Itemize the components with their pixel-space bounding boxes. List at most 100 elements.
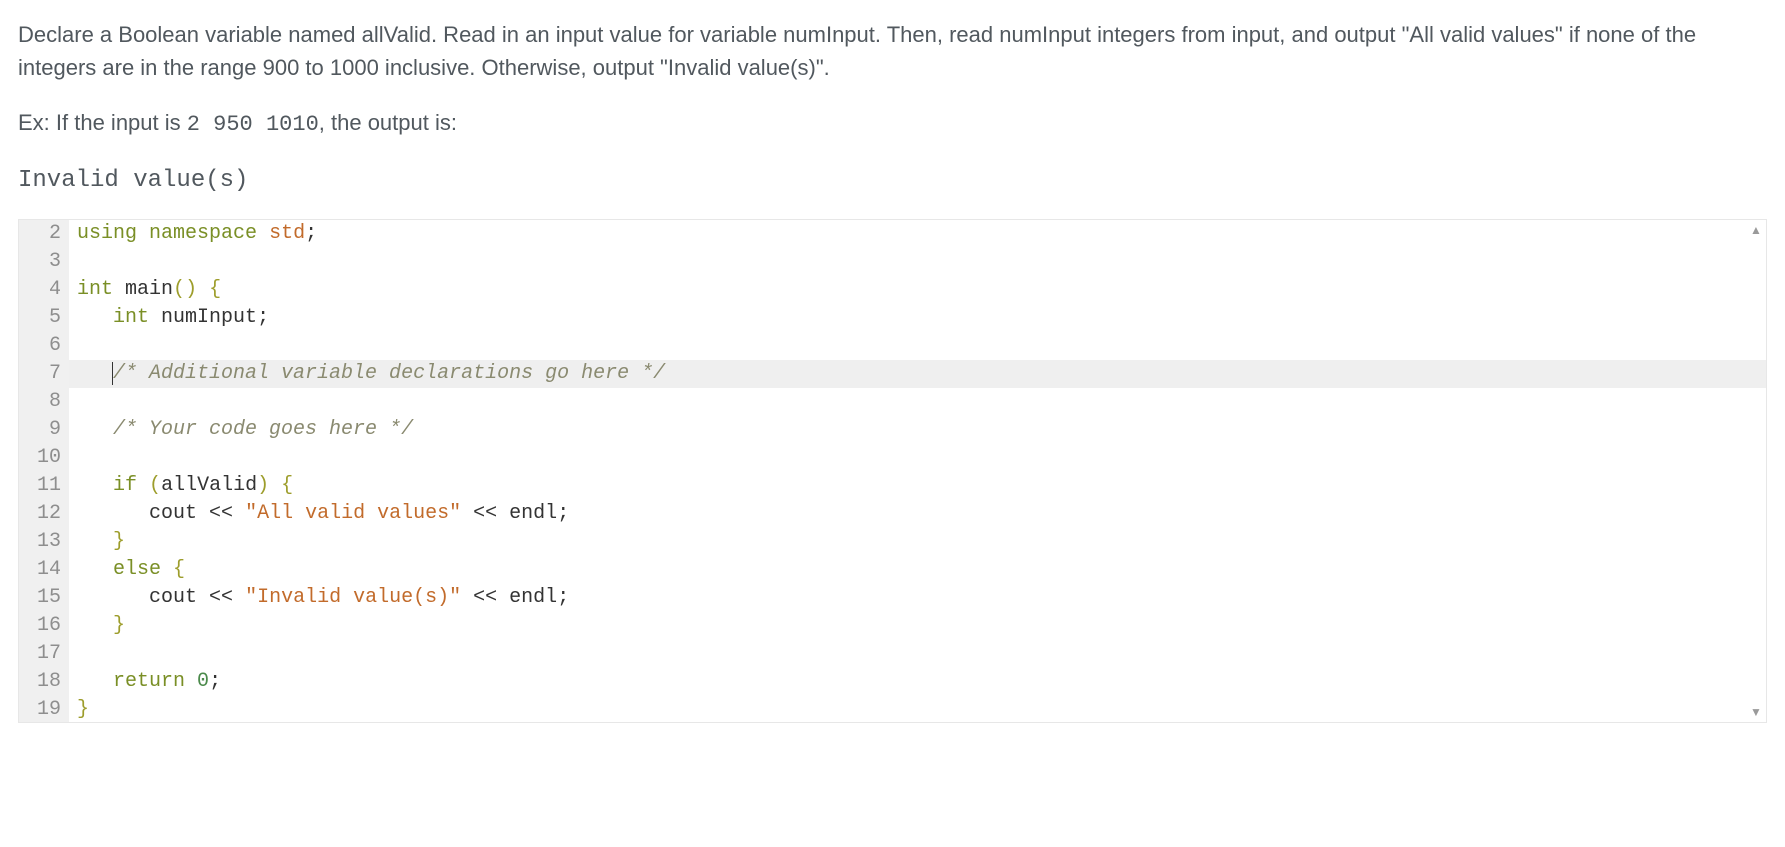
keyword-namespace: namespace (149, 222, 257, 245)
example-input: 2 950 1010 (187, 112, 319, 137)
line-number: 12 (19, 500, 69, 528)
line-number: 15 (19, 584, 69, 612)
line-number: 5 (19, 304, 69, 332)
semicolon: ; (557, 502, 569, 525)
fn-main: main (125, 278, 173, 301)
code-line[interactable]: 3 (19, 248, 1766, 276)
example-line: Ex: If the input is 2 950 1010, the outp… (18, 106, 1767, 141)
code-line[interactable]: 6 (19, 332, 1766, 360)
indent (77, 362, 113, 385)
code-line[interactable]: 13 } (19, 528, 1766, 556)
blank-line (69, 332, 1766, 360)
type-int: int (113, 306, 149, 329)
line-number: 9 (19, 416, 69, 444)
indent (77, 530, 113, 553)
line-number: 16 (19, 612, 69, 640)
example-lead: Ex: If the input is (18, 110, 187, 135)
paren-close: ) (185, 278, 197, 301)
example-trail: , the output is: (319, 110, 457, 135)
indent (77, 418, 113, 441)
number-zero: 0 (197, 670, 209, 693)
code-line[interactable]: 17 (19, 640, 1766, 668)
id-allvalid: allValid (161, 474, 257, 497)
line-number: 17 (19, 640, 69, 668)
code-line[interactable]: 12 cout << "All valid values" << endl; (19, 500, 1766, 528)
line-number: 11 (19, 472, 69, 500)
paren-open: ( (149, 474, 161, 497)
code-line[interactable]: 2 using namespace std; (19, 220, 1766, 248)
indent (77, 670, 113, 693)
brace-close: } (113, 530, 125, 553)
indent (77, 474, 113, 497)
line-number: 7 (19, 360, 69, 388)
code-line[interactable]: 4 int main() { (19, 276, 1766, 304)
keyword-if: if (113, 474, 137, 497)
blank-line (69, 248, 1766, 276)
comment: /* Additional variable declarations go h… (113, 362, 665, 385)
indent (77, 306, 113, 329)
id-endl: endl (509, 586, 557, 609)
line-number: 6 (19, 332, 69, 360)
namespace-std: std (269, 222, 305, 245)
line-number: 13 (19, 528, 69, 556)
code-editor[interactable]: ▲ 2 using namespace std; 3 4 int main() … (18, 219, 1767, 723)
comment: /* Your code goes here */ (113, 418, 413, 441)
string-literal: "Invalid value(s)" (245, 586, 461, 609)
indent (77, 614, 113, 637)
semicolon: ; (557, 586, 569, 609)
keyword-using: using (77, 222, 137, 245)
line-number: 8 (19, 388, 69, 416)
keyword-else: else (113, 558, 161, 581)
semicolon: ; (257, 306, 269, 329)
line-number: 3 (19, 248, 69, 276)
paren-close: ) (257, 474, 269, 497)
blank-line (69, 444, 1766, 472)
blank-line (69, 640, 1766, 668)
problem-description: Declare a Boolean variable named allVali… (18, 18, 1767, 141)
code-line[interactable]: 5 int numInput; (19, 304, 1766, 332)
string-literal: "All valid values" (245, 502, 461, 525)
line-number: 2 (19, 220, 69, 248)
brace-open: { (281, 474, 293, 497)
semicolon: ; (209, 670, 221, 693)
scroll-down-arrow-icon[interactable]: ▼ (1748, 704, 1764, 720)
indent (77, 558, 113, 581)
op-insertion: << (473, 586, 497, 609)
code-line[interactable]: 19 } (19, 696, 1766, 722)
op-insertion: << (473, 502, 497, 525)
id-cout: cout (149, 502, 197, 525)
example-output: Invalid value(s) (18, 163, 1767, 199)
code-line[interactable]: 14 else { (19, 556, 1766, 584)
brace-close: } (77, 698, 89, 721)
op-insertion: << (209, 586, 233, 609)
line-number: 19 (19, 696, 69, 722)
code-line[interactable]: 18 return 0; (19, 668, 1766, 696)
code-line-active[interactable]: 7 /* Additional variable declarations go… (19, 360, 1766, 388)
blank-line (69, 388, 1766, 416)
keyword-return: return (113, 670, 185, 693)
brace-open: { (209, 278, 221, 301)
brace-close: } (113, 614, 125, 637)
code-line[interactable]: 8 (19, 388, 1766, 416)
indent (77, 586, 149, 609)
line-number: 18 (19, 668, 69, 696)
brace-open: { (173, 558, 185, 581)
type-int: int (77, 278, 113, 301)
scroll-up-arrow-icon[interactable]: ▲ (1748, 222, 1764, 238)
code-line[interactable]: 15 cout << "Invalid value(s)" << endl; (19, 584, 1766, 612)
line-number: 10 (19, 444, 69, 472)
op-insertion: << (209, 502, 233, 525)
description-paragraph: Declare a Boolean variable named allVali… (18, 18, 1767, 84)
line-number: 14 (19, 556, 69, 584)
code-line[interactable]: 10 (19, 444, 1766, 472)
line-number: 4 (19, 276, 69, 304)
paren-open: ( (173, 278, 185, 301)
code-line[interactable]: 11 if (allValid) { (19, 472, 1766, 500)
semicolon: ; (305, 222, 317, 245)
id-endl: endl (509, 502, 557, 525)
code-line[interactable]: 9 /* Your code goes here */ (19, 416, 1766, 444)
code-editor-viewport[interactable]: 2 using namespace std; 3 4 int main() { … (19, 220, 1766, 722)
id-numinput: numInput (161, 306, 257, 329)
indent (77, 502, 149, 525)
code-line[interactable]: 16 } (19, 612, 1766, 640)
